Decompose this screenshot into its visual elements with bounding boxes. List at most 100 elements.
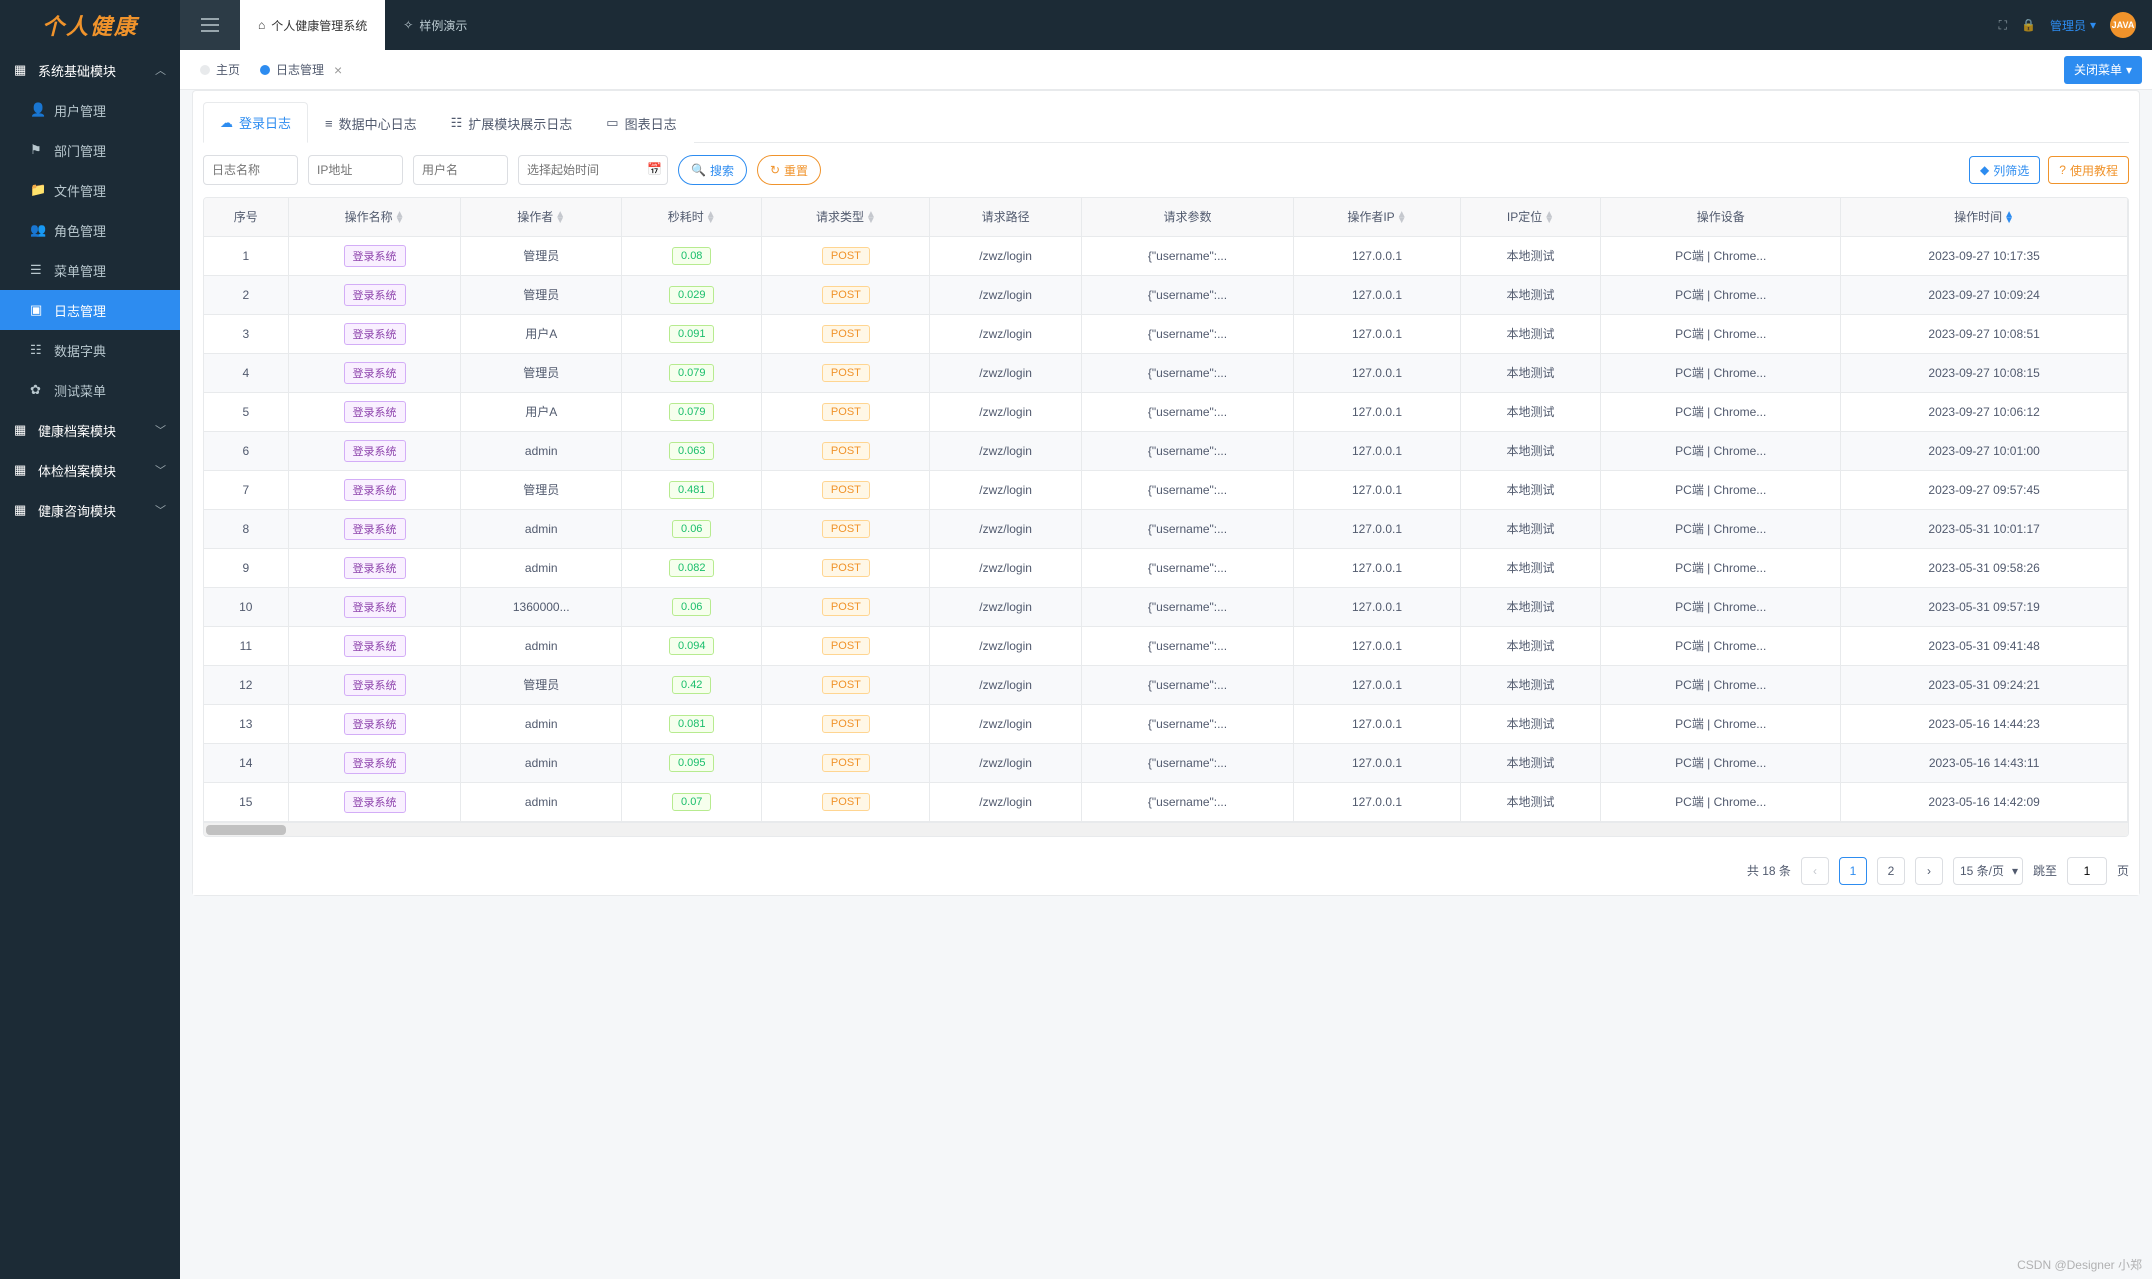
sidebar-group-health-record[interactable]: ▦健康档案模块 ﹀ (0, 410, 180, 450)
column-header[interactable]: 序号 (204, 198, 288, 236)
sidebar-item-users[interactable]: 👤用户管理 (0, 90, 180, 130)
sidebar-group-label: 系统基础模块 (38, 61, 116, 80)
page-size-select[interactable]: 15 条/页▾ (1953, 857, 2023, 885)
table-row[interactable]: 5登录系统用户A0.079POST/zwz/login{"username":.… (204, 392, 2128, 431)
grid-icon: ▦ (14, 462, 28, 478)
next-page-button[interactable]: › (1915, 857, 1943, 885)
sidebar-item-logs[interactable]: ▣日志管理 (0, 290, 180, 330)
jump-page-input[interactable] (2067, 857, 2107, 885)
sort-icon: ▲▼ (1544, 212, 1554, 224)
sidebar-item-departments[interactable]: ⚑部门管理 (0, 130, 180, 170)
username-input[interactable] (413, 155, 508, 185)
sidebar-group-system[interactable]: ▦系统基础模块 ︿ (0, 50, 180, 90)
table-row[interactable]: 1登录系统管理员0.08POST/zwz/login{"username":..… (204, 236, 2128, 275)
cell-device: PC端 | Chrome... (1601, 314, 1841, 353)
cell-operation: 登录系统 (288, 236, 461, 275)
column-header[interactable]: 操作设备 (1601, 198, 1841, 236)
start-date-input[interactable] (518, 155, 668, 185)
search-button[interactable]: 🔍搜索 (678, 155, 747, 185)
fullscreen-icon[interactable]: ⛶ (1999, 18, 2007, 33)
cell-path: /zwz/login (930, 665, 1081, 704)
sidebar-item-roles[interactable]: 👥角色管理 (0, 210, 180, 250)
ip-input[interactable] (308, 155, 403, 185)
sidebar-item-label: 日志管理 (54, 301, 106, 320)
table-row[interactable]: 6登录系统admin0.063POST/zwz/login{"username"… (204, 431, 2128, 470)
inner-tab-extension-log[interactable]: ☷扩展模块展示日志 (434, 102, 590, 143)
tutorial-button[interactable]: ?使用教程 (2048, 156, 2129, 184)
top-right-actions: ⛶ 🔒 管理员 ▾ JAVA (1999, 12, 2152, 38)
top-nav-item-system[interactable]: ⌂ 个人健康管理系统 (240, 0, 385, 50)
total-count-label: 共 18 条 (1747, 862, 1791, 879)
cell-params: {"username":... (1081, 236, 1294, 275)
column-filter-button[interactable]: ◆列筛选 (1969, 156, 2040, 184)
close-menu-dropdown[interactable]: 关闭菜单 ▾ (2064, 56, 2142, 84)
sidebar-group-exam-record[interactable]: ▦体检档案模块 ﹀ (0, 450, 180, 490)
table-row[interactable]: 8登录系统admin0.06POST/zwz/login{"username":… (204, 509, 2128, 548)
tab-home[interactable]: 主页 (190, 56, 250, 84)
sidebar-toggle-button[interactable] (180, 0, 240, 50)
cell-path: /zwz/login (930, 275, 1081, 314)
log-name-input[interactable] (203, 155, 298, 185)
reset-button[interactable]: ↻重置 (757, 155, 821, 185)
column-header[interactable]: 秒耗时▲▼ (622, 198, 762, 236)
sidebar-item-files[interactable]: 📁文件管理 (0, 170, 180, 210)
cell-seconds: 0.07 (622, 782, 762, 821)
inner-tab-login-log[interactable]: ☁登录日志 (203, 102, 308, 143)
table-row[interactable]: 4登录系统管理员0.079POST/zwz/login{"username":.… (204, 353, 2128, 392)
column-header[interactable]: 请求类型▲▼ (762, 198, 930, 236)
table-row[interactable]: 7登录系统管理员0.481POST/zwz/login{"username":.… (204, 470, 2128, 509)
close-icon[interactable]: × (334, 62, 342, 78)
sidebar-group-consult[interactable]: ▦健康咨询模块 ﹀ (0, 490, 180, 530)
folder-icon: 📁 (30, 182, 44, 198)
cell-params: {"username":... (1081, 470, 1294, 509)
cell-seconds: 0.079 (622, 353, 762, 392)
operation-tag: 登录系统 (344, 479, 406, 501)
sidebar-item-menus[interactable]: ☰菜单管理 (0, 250, 180, 290)
sidebar-item-label: 部门管理 (54, 141, 106, 160)
inner-tab-chart-log[interactable]: ▭图表日志 (589, 102, 693, 143)
column-header[interactable]: 操作者IP▲▼ (1294, 198, 1460, 236)
table-row[interactable]: 9登录系统admin0.082POST/zwz/login{"username"… (204, 548, 2128, 587)
column-header[interactable]: 请求路径 (930, 198, 1081, 236)
tab-logs[interactable]: 日志管理 × (250, 56, 352, 84)
sidebar-item-test[interactable]: ✿测试菜单 (0, 370, 180, 410)
table-row[interactable]: 3登录系统用户A0.091POST/zwz/login{"username":.… (204, 314, 2128, 353)
gear-icon: ✿ (30, 382, 44, 398)
page-2-button[interactable]: 2 (1877, 857, 1905, 885)
lock-icon[interactable]: 🔒 (2021, 18, 2036, 32)
cell-seconds: 0.06 (622, 509, 762, 548)
table-row[interactable]: 11登录系统admin0.094POST/zwz/login{"username… (204, 626, 2128, 665)
table-row[interactable]: 12登录系统管理员0.42POST/zwz/login{"username":.… (204, 665, 2128, 704)
top-nav-item-demo[interactable]: ✧ 样例演示 (385, 0, 485, 50)
role-icon: 👥 (30, 222, 44, 238)
cell-path: /zwz/login (930, 431, 1081, 470)
table-row[interactable]: 10登录系统1360000...0.06POST/zwz/login{"user… (204, 587, 2128, 626)
cell-device: PC端 | Chrome... (1601, 548, 1841, 587)
table-row[interactable]: 2登录系统管理员0.029POST/zwz/login{"username":.… (204, 275, 2128, 314)
cell-method: POST (762, 626, 930, 665)
page-1-button[interactable]: 1 (1839, 857, 1867, 885)
sort-icon: ▲▼ (2004, 212, 2014, 224)
scrollbar-thumb[interactable] (206, 825, 286, 835)
method-tag: POST (822, 481, 870, 499)
cell-method: POST (762, 353, 930, 392)
table-row[interactable]: 14登录系统admin0.095POST/zwz/login{"username… (204, 743, 2128, 782)
table-row[interactable]: 13登录系统admin0.081POST/zwz/login{"username… (204, 704, 2128, 743)
horizontal-scrollbar[interactable] (204, 822, 2128, 836)
cell-time: 2023-05-31 10:01:17 (1841, 509, 2128, 548)
column-header[interactable]: 请求参数 (1081, 198, 1294, 236)
prev-page-button[interactable]: ‹ (1801, 857, 1829, 885)
cell-params: {"username":... (1081, 548, 1294, 587)
column-header[interactable]: 操作时间▲▼ (1841, 198, 2128, 236)
cell-index: 4 (204, 353, 288, 392)
sidebar-item-dictionary[interactable]: ☷数据字典 (0, 330, 180, 370)
column-header[interactable]: 操作名称▲▼ (288, 198, 461, 236)
column-header[interactable]: IP定位▲▼ (1460, 198, 1601, 236)
table-row[interactable]: 15登录系统admin0.07POST/zwz/login{"username"… (204, 782, 2128, 821)
page-tabs: 主页 日志管理 × 关闭菜单 ▾ (180, 50, 2152, 90)
close-menu-label: 关闭菜单 (2074, 61, 2122, 78)
inner-tab-datacenter-log[interactable]: ≡数据中心日志 (308, 102, 434, 143)
admin-dropdown[interactable]: 管理员 ▾ (2050, 17, 2096, 34)
cell-ip: 127.0.0.1 (1294, 782, 1460, 821)
column-header[interactable]: 操作者▲▼ (461, 198, 622, 236)
